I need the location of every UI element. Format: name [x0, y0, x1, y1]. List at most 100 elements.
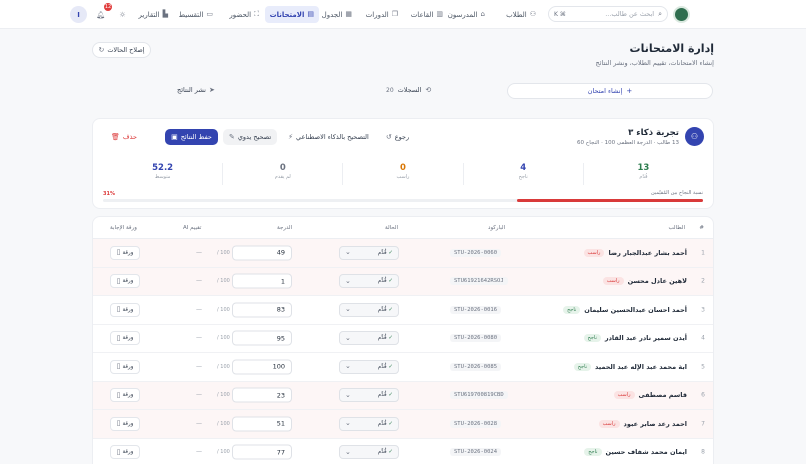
- student-name[interactable]: احمد رعد صابر عبود: [624, 420, 687, 428]
- document-icon: ▯: [116, 390, 121, 399]
- exam-title: تجربة ذكاء ٣: [628, 128, 679, 138]
- nav-attendance[interactable]: ⛶ الحضور: [224, 6, 264, 23]
- back-arrow-icon: ↺: [385, 132, 392, 141]
- status-select[interactable]: ✓ قُدِّم ⌄: [339, 388, 399, 403]
- answer-sheet-button[interactable]: ورقة ▯: [110, 416, 140, 431]
- student-barcode: STU61921642RSOJ: [450, 277, 508, 286]
- row-number: 2: [701, 277, 705, 285]
- table-row: 3 أحمد احسان عبدالحسين سليمان ناجح STU-2026…: [93, 296, 713, 325]
- nav-installments[interactable]: ▭ التقسيط: [174, 6, 218, 23]
- theme-toggle[interactable]: ☼: [114, 6, 131, 23]
- calendar-icon: ▦: [345, 10, 352, 18]
- status-select[interactable]: ✓ قُدِّم ⌄: [339, 445, 399, 460]
- student-cell: لاهين عادل محسن راسب: [602, 277, 687, 286]
- document-icon: ▯: [116, 333, 121, 342]
- tab-records[interactable]: ⟲ السجلات 20: [378, 86, 431, 94]
- wallet-icon: ▭: [206, 10, 213, 18]
- status-select[interactable]: ✓ قُدِّم ⌄: [339, 302, 399, 317]
- create-exam-button[interactable]: + إنشاء امتحان: [507, 83, 713, 99]
- answer-sheet-button[interactable]: ورقة ▯: [110, 245, 140, 260]
- student-barcode: STU-2026-0085: [450, 362, 502, 371]
- student-cell: قاسم مصطفى راسب: [613, 391, 687, 400]
- status-select[interactable]: ✓ قُدِّم ⌄: [339, 245, 399, 260]
- ai-evaluation: —: [196, 306, 202, 314]
- grade-input[interactable]: 1: [232, 273, 292, 289]
- stat-submitted: 13 قُدّم: [637, 163, 650, 180]
- scan-icon: ⛶: [254, 10, 259, 18]
- save-results-button[interactable]: ▣ حفظ النتائج: [165, 129, 218, 145]
- student-name[interactable]: ايمان محمد شفاف حسين: [606, 448, 688, 456]
- chart-icon: ▙: [162, 10, 168, 18]
- book-icon: ❐: [391, 10, 398, 18]
- student-cell: أيدن سمير نادر عبد القادر ناجح: [583, 334, 687, 343]
- row-number: 4: [701, 334, 705, 342]
- result-badge: ناجح: [583, 334, 601, 343]
- status-select[interactable]: ✓ قُدِّم ⌄: [339, 416, 399, 431]
- stat-absent: 0 لم يقدم: [223, 163, 344, 185]
- users-icon: ⚇: [529, 10, 536, 18]
- grade-input[interactable]: 77: [232, 444, 292, 460]
- exam-card: ⚇ تجربة ذكاء ٣ 13 طالب · الدرجة العظمى 1…: [92, 118, 714, 209]
- chevron-down-icon: ⌄: [345, 362, 351, 371]
- notifications-button[interactable]: 🔔︎ 12: [92, 3, 112, 23]
- chevron-down-icon: ⌄: [345, 447, 351, 456]
- answer-sheet-button[interactable]: ورقة ▯: [110, 274, 140, 289]
- back-button[interactable]: ↺ رجوع: [380, 129, 415, 145]
- student-name[interactable]: لاهين عادل محسن: [628, 277, 687, 285]
- student-cell: احمد رعد صابر عبود راسب: [598, 419, 687, 428]
- max-grade: / 100: [217, 449, 230, 456]
- search-shortcut: ⌘ K: [554, 10, 566, 18]
- answer-sheet-button[interactable]: ورقة ▯: [110, 302, 140, 317]
- student-name[interactable]: أحمد بشار عبدالجبار رضا: [608, 249, 687, 257]
- grade-input[interactable]: 23: [232, 387, 292, 403]
- stat-failed: 0 راسب: [343, 163, 464, 185]
- result-badge: ناجح: [573, 362, 591, 371]
- tab-publish-results[interactable]: ➤ نشر النتائج: [177, 86, 215, 94]
- pass-rate-label: نسبة النجاح بين المُقيّمين: [651, 190, 703, 196]
- nav-teachers[interactable]: ⌂ المدرسون: [443, 6, 490, 23]
- nav-students[interactable]: ⚇ الطلاب: [501, 6, 541, 23]
- nav-schedule[interactable]: ▦ الجدول: [317, 6, 357, 23]
- grade-input[interactable]: 95: [232, 330, 292, 346]
- answer-sheet-button[interactable]: ورقة ▯: [110, 445, 140, 460]
- table-row: 4 أيدن سمير نادر عبد القادر ناجح STU-2026-0…: [93, 325, 713, 353]
- fix-statuses-button[interactable]: إصلاح الحالات ↻: [92, 42, 151, 58]
- answer-sheet-button[interactable]: ورقة ▯: [110, 359, 140, 374]
- row-number: 1: [701, 249, 705, 257]
- check-circle-icon: ✓: [388, 420, 393, 427]
- exam-stats: 52.2 متوسط 0 لم يقدم 0 راسب 4 ناجح 13 قُ…: [103, 163, 703, 185]
- max-grade: / 100: [217, 392, 230, 399]
- ai-grade-button[interactable]: ⚡︎ التصحيح بالذكاء الاصطناعي: [282, 129, 375, 145]
- grade-input[interactable]: 83: [232, 302, 292, 318]
- nav-reports[interactable]: ▙ التقارير: [134, 6, 173, 23]
- status-select[interactable]: ✓ قُدِّم ⌄: [339, 359, 399, 374]
- manual-grade-button[interactable]: ✎ تصحيح يدوي: [222, 129, 278, 145]
- status-select[interactable]: ✓ قُدِّم ⌄: [339, 331, 399, 346]
- pass-rate-bar: [103, 199, 703, 202]
- answer-sheet-button[interactable]: ورقة ▯: [110, 331, 140, 346]
- grade-input[interactable]: 100: [232, 359, 292, 375]
- user-avatar[interactable]: I: [70, 6, 87, 23]
- app-logo[interactable]: [673, 6, 690, 23]
- student-name[interactable]: ابة محمد عبد الإله عبد الحميد: [595, 363, 687, 371]
- answer-sheet-button[interactable]: ورقة ▯: [110, 388, 140, 403]
- document-icon: ▯: [116, 419, 121, 428]
- graduation-cap-icon: ⌂: [480, 10, 485, 18]
- nav-halls[interactable]: ▥ القاعات: [406, 6, 448, 23]
- student-name[interactable]: أيدن سمير نادر عبد القادر: [605, 334, 687, 342]
- delete-button[interactable]: 🗑︎ حذف: [105, 129, 143, 145]
- grade-input[interactable]: 51: [232, 416, 292, 432]
- search-input[interactable]: ⌕ ابحث عن طالب... ⌘ K: [548, 6, 668, 22]
- student-barcode: STU-2026-0024: [450, 448, 502, 457]
- nav-exams[interactable]: ▤ الامتحانات: [264, 6, 319, 23]
- status-select[interactable]: ✓ قُدِّم ⌄: [339, 274, 399, 289]
- nav-courses[interactable]: ❐ الدورات: [361, 6, 403, 23]
- document-icon: ▯: [116, 276, 121, 285]
- grade-input[interactable]: 49: [232, 245, 292, 261]
- student-name[interactable]: قاسم مصطفى: [639, 391, 687, 399]
- check-circle-icon: ✓: [388, 335, 393, 342]
- top-navbar: ⌕ ابحث عن طالب... ⌘ K ⚇ الطلاب ⌂ المدرسون …: [0, 0, 806, 29]
- student-name[interactable]: أحمد احسان عبدالحسين سليمان: [584, 306, 687, 314]
- max-grade: / 100: [217, 420, 230, 427]
- pass-rate-fill: [517, 199, 703, 202]
